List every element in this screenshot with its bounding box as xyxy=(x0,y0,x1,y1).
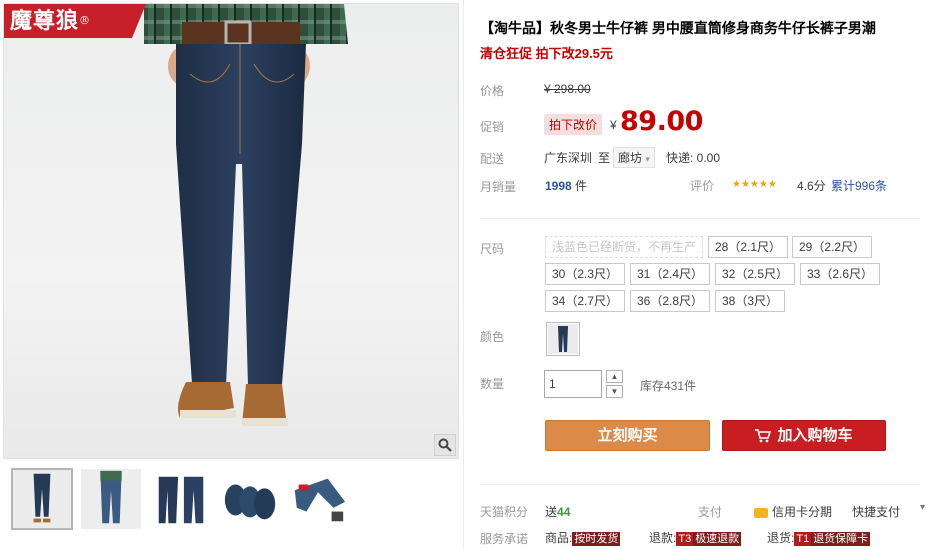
size-option-29[interactable]: 29（2.2尺） xyxy=(792,236,873,258)
brand-logo-badge: 魔尊狼® xyxy=(4,4,146,38)
main-product-image[interactable]: 魔尊狼® xyxy=(3,3,459,459)
thumbnail-strip xyxy=(3,468,463,534)
size-option-31[interactable]: 31（2.4尺） xyxy=(630,263,711,285)
quantity-increase-button[interactable]: ▲ xyxy=(606,370,623,383)
shipping-from: 广东深圳 xyxy=(544,151,593,165)
size-option-28[interactable]: 28（2.1尺） xyxy=(708,236,789,258)
rating-stars-icon: ★★★★★ xyxy=(732,179,777,190)
credit-installment-link[interactable]: 信用卡分期 xyxy=(754,503,832,520)
thumbnail-5[interactable] xyxy=(288,468,350,530)
return-guarantee-badge: 退货保障卡 xyxy=(811,532,871,546)
size-option-32[interactable]: 32（2.5尺） xyxy=(715,263,796,285)
size-label: 尺码 xyxy=(480,242,505,256)
price-label: 价格 xyxy=(480,84,505,98)
buy-now-button[interactable]: 立刻购买 xyxy=(545,420,710,451)
color-label: 颜色 xyxy=(480,330,505,344)
quick-pay: 快捷支付 xyxy=(852,505,901,519)
original-price: ¥ 298.00 xyxy=(544,82,591,96)
quantity-decrease-button[interactable]: ▼ xyxy=(606,385,623,398)
stock-count: 库存431件 xyxy=(640,379,697,393)
chevron-down-icon: ▾ xyxy=(645,154,650,164)
cart-icon xyxy=(755,428,772,442)
refund-code-badge: T3 xyxy=(676,532,694,546)
payment-dropdown-chevron-icon[interactable]: ▾ xyxy=(920,502,925,513)
thumbnail-1[interactable] xyxy=(11,468,73,530)
zoom-button[interactable] xyxy=(434,434,456,456)
promo-tag: 拍下改价 xyxy=(544,114,603,135)
review-count-link[interactable]: 累计996条 xyxy=(831,177,887,194)
payment-label: 支付 xyxy=(698,505,723,519)
on-time-delivery-badge: 按时发货 xyxy=(572,532,621,546)
size-option-soldout: 浅蓝色已经断货，不再生产 xyxy=(545,236,704,258)
chevron-down-icon: ▼ xyxy=(610,387,619,396)
service-label: 服务承诺 xyxy=(480,532,529,546)
destination-select[interactable]: 廊坊 ▾ xyxy=(613,147,655,168)
rating-score: 4.6分 xyxy=(797,179,826,193)
footer-divider xyxy=(480,484,920,485)
quantity-label: 数量 xyxy=(480,377,505,391)
size-option-34[interactable]: 34（2.7尺） xyxy=(545,290,626,312)
thumbnail-2[interactable] xyxy=(80,468,142,530)
thumbnail-4[interactable] xyxy=(219,468,281,530)
size-option-36[interactable]: 36（2.8尺） xyxy=(630,290,711,312)
sales-count: 1998 xyxy=(545,179,572,193)
product-subtitle: 清仓狂促 拍下改29.5元 xyxy=(480,46,613,61)
destination-value: 廊坊 xyxy=(618,151,643,165)
service-refund: 退款: T3 极速退款 xyxy=(649,531,742,546)
credit-card-icon xyxy=(754,507,768,518)
product-info-panel: 【淘牛品】秋冬男士牛仔裤 男中腰直筒修身商务牛仔长裤子男潮 清仓狂促 拍下改29… xyxy=(464,0,930,549)
rating-label: 评价 xyxy=(690,179,715,193)
chevron-up-icon: ▲ xyxy=(610,372,619,381)
yen-symbol: ¥ xyxy=(610,118,617,132)
monthly-sales-label: 月销量 xyxy=(480,180,517,194)
section-divider xyxy=(480,218,920,219)
sales-unit: 件 xyxy=(575,179,588,193)
fast-refund-badge: 极速退款 xyxy=(693,532,742,546)
size-option-30[interactable]: 30（2.3尺） xyxy=(545,263,626,285)
product-title: 【淘牛品】秋冬男士牛仔裤 男中腰直筒修身商务牛仔长裤子男潮 xyxy=(480,20,876,36)
service-goods: 商品: 按时发货 xyxy=(545,531,621,546)
quantity-input[interactable] xyxy=(544,370,602,398)
promo-label: 促销 xyxy=(480,120,505,134)
current-price: 89.00 xyxy=(620,106,703,137)
magnifier-icon xyxy=(438,438,452,452)
service-return: 退货: T1 退货保障卡 xyxy=(767,531,871,546)
monthly-sales: 1998 件 xyxy=(545,177,587,194)
points-value: 送44 xyxy=(545,505,571,519)
jeans-thumbnail-icon xyxy=(548,324,578,354)
return-code-badge: T1 xyxy=(794,532,812,546)
shipping-to-word: 至 xyxy=(598,151,611,165)
size-option-33[interactable]: 33（2.6尺） xyxy=(800,263,881,285)
add-to-cart-button[interactable]: 加入购物车 xyxy=(722,420,886,451)
shipping-label: 配送 xyxy=(480,152,505,166)
jeans-model-photo xyxy=(144,4,348,426)
size-option-38[interactable]: 38（3尺） xyxy=(715,290,786,312)
color-swatch-dark-blue[interactable] xyxy=(546,322,580,356)
thumbnail-3[interactable] xyxy=(150,468,212,530)
points-label: 天猫积分 xyxy=(480,505,529,519)
add-to-cart-label: 加入购物车 xyxy=(777,427,853,444)
shipping-fee: 快递: 0.00 xyxy=(666,151,721,165)
